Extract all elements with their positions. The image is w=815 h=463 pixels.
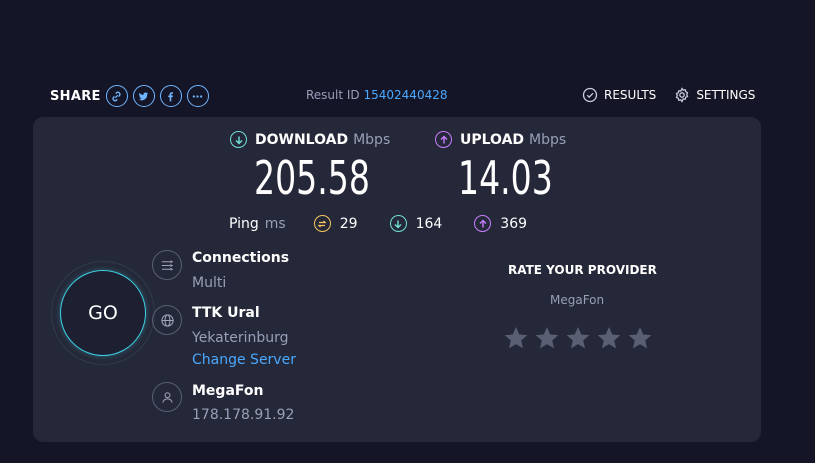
go-button[interactable]: GO: [60, 270, 146, 356]
change-server-link[interactable]: Change Server: [192, 352, 296, 368]
download-latency-icon: [389, 215, 407, 232]
connections-title: Connections: [192, 250, 290, 266]
download-latency-value: 164: [415, 215, 443, 232]
download-latency-item: 164: [389, 215, 443, 232]
rating-stars: [503, 325, 658, 351]
download-header: DOWNLOAD Mbps: [230, 131, 390, 148]
result-id-link[interactable]: 15402440428: [364, 88, 448, 102]
results-label: RESULTS: [604, 88, 657, 102]
star-icon[interactable]: [596, 325, 622, 351]
upload-header: UPLOAD Mbps: [435, 131, 566, 148]
download-label: DOWNLOAD: [255, 131, 349, 148]
check-circle-icon: [582, 87, 598, 103]
server-location: Yekaterinburg: [192, 330, 289, 346]
gear-icon: [675, 87, 689, 103]
rate-provider-title: RATE YOUR PROVIDER: [508, 263, 657, 277]
jitter-value: 29: [339, 215, 358, 232]
settings-link[interactable]: SETTINGS: [674, 87, 755, 103]
settings-label: SETTINGS: [696, 88, 756, 102]
globe-icon: [152, 305, 182, 335]
jitter-icon: [313, 215, 331, 232]
upload-arrow-icon: [435, 131, 452, 148]
download-speed: 205.58: [254, 151, 370, 205]
download-unit: Mbps: [353, 131, 391, 148]
jitter-item: 29: [313, 215, 358, 232]
user-icon: [152, 382, 182, 412]
share-label: SHARE: [50, 88, 101, 104]
server-name: TTK Ural: [192, 305, 260, 321]
result-id-label: Result ID: [306, 88, 360, 102]
more-icon[interactable]: [186, 85, 209, 107]
ping-row: Ping ms 29 164 369: [229, 215, 559, 232]
twitter-icon[interactable]: [132, 85, 155, 107]
provider-ip: 178.178.91.92: [192, 407, 295, 423]
share-bar: SHARE: [50, 85, 214, 107]
top-nav: RESULTS SETTINGS: [582, 87, 773, 103]
connections-value: Multi: [192, 275, 227, 291]
star-icon[interactable]: [503, 325, 529, 351]
rate-provider-name: MegaFon: [550, 293, 605, 307]
star-icon[interactable]: [565, 325, 591, 351]
upload-unit: Mbps: [529, 131, 567, 148]
facebook-icon[interactable]: [159, 85, 182, 107]
upload-latency-value: 369: [500, 215, 528, 232]
upload-label: UPLOAD: [460, 131, 525, 148]
star-icon[interactable]: [627, 325, 653, 351]
results-card: DOWNLOAD Mbps 205.58 UPLOAD Mbps 14.03 P…: [33, 117, 761, 442]
upload-latency-icon: [474, 215, 492, 232]
provider-name: MegaFon: [192, 383, 264, 399]
ping-label: Ping: [229, 215, 259, 232]
star-icon[interactable]: [534, 325, 560, 351]
link-icon[interactable]: [105, 85, 128, 107]
results-link[interactable]: RESULTS: [582, 87, 656, 103]
go-ring: GO: [51, 261, 155, 365]
upload-latency-item: 369: [474, 215, 527, 232]
ping-unit: ms: [264, 215, 286, 232]
result-id-text: Result ID 15402440428: [306, 88, 447, 102]
upload-speed: 14.03: [458, 151, 553, 205]
connections-icon: [152, 250, 182, 280]
download-arrow-icon: [230, 131, 247, 148]
